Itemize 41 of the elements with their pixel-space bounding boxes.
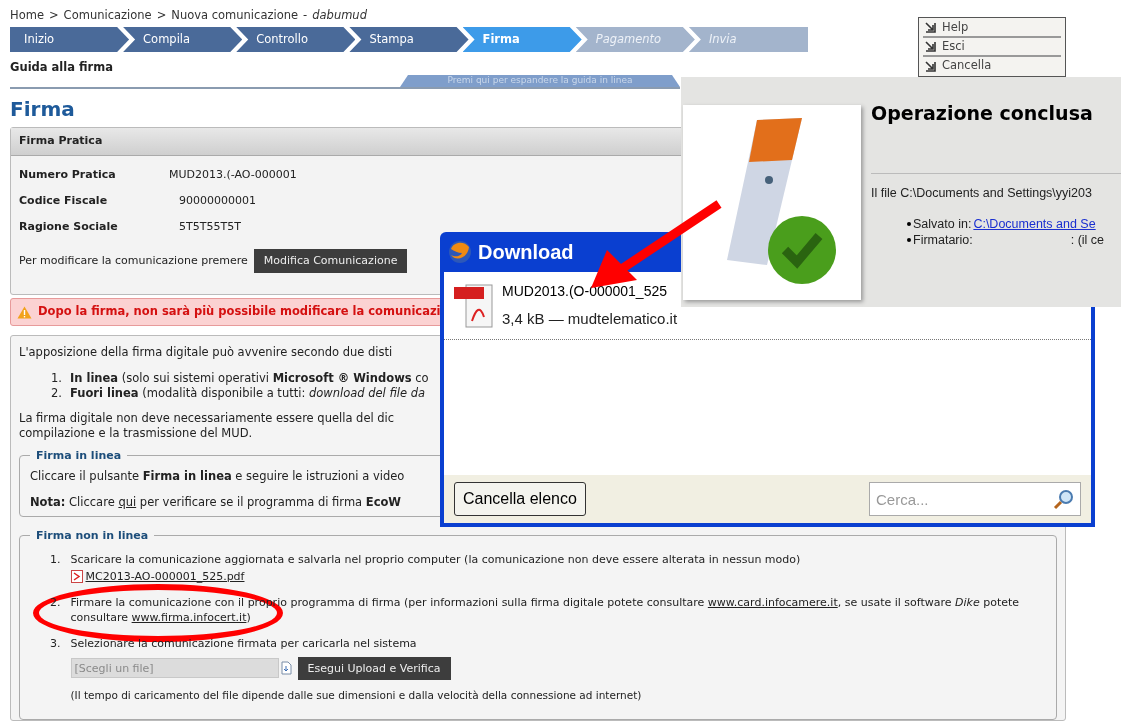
field-label: Codice Fiscale	[19, 193, 109, 210]
field-value: MUD2013.(-AO-000001	[169, 167, 297, 184]
list-number: 1.	[50, 551, 61, 568]
list-number: 2.	[51, 386, 62, 402]
list-text: In linea (solo sui sistemi operativi Microsoft ® Windows co	[70, 371, 429, 387]
field-value: 5T5T55T5T	[179, 219, 241, 236]
hint-text: (Il tempo di caricamento del file dipende dalle sue dimensioni e dalla velocità della connessione ad internet)	[70, 687, 642, 703]
file-meta: 3,4 kB — mudtelematico.it	[502, 308, 678, 329]
user-name: dabumud	[312, 6, 367, 24]
instruction-text: Cliccare il pulsante Firma in linea e seguire le istruzioni a video	[30, 468, 406, 486]
window-title: Download	[478, 240, 574, 265]
field-label: Ragione Sociale	[19, 219, 119, 236]
detail-value: : (il ce	[1070, 232, 1105, 249]
field-value: 90000000001	[179, 193, 256, 210]
section-title: Guida alla firma	[10, 59, 114, 76]
instruction-text: Per modificare la comunicazione premere	[19, 252, 248, 269]
detail-label: Salvato in:	[913, 216, 972, 233]
file-name: MUD2013.(O-000001_525	[502, 281, 668, 301]
detail-label: Firmatario:	[913, 232, 973, 249]
wizard-step: Compila	[123, 27, 243, 52]
list-number: 3.	[50, 635, 61, 652]
list-number: 1.	[51, 371, 62, 387]
paragraph-line: La firma digitale non deve necessariamente essere quella del dic	[19, 411, 396, 427]
message-text: Il file C:\Documents and Settings\yyi203	[871, 184, 1093, 202]
wizard-step: Pagamento	[575, 27, 695, 52]
page-title: Firma	[10, 97, 75, 121]
field-label: Numero Pratica	[19, 167, 117, 184]
wizard-step: Controllo	[236, 27, 356, 52]
wizard-step: Firma	[462, 27, 582, 52]
wizard-step: Stampa	[349, 27, 469, 52]
step-text: Scaricare la comunicazione aggiornata e salvarla nel proprio computer (la comunicazione non deve essere alterata in nessun modo)	[70, 551, 801, 567]
breadcrumb-separator: >	[48, 6, 59, 24]
list-text: Fuori linea (modalità disponibile a tutti: download del file da	[70, 386, 426, 402]
breadcrumb-separator: >	[156, 6, 167, 24]
paragraph-line: compilazione e la trasmissione del MUD.	[19, 426, 254, 442]
dialog-title: Operazione conclusa	[871, 101, 1094, 126]
wizard-step: Invia	[688, 27, 809, 52]
intro-text: L'apposizione della firma digitale può avvenire secondo due disti	[19, 344, 394, 361]
breadcrumb-separator: -	[303, 6, 308, 24]
warning-text: Dopo la firma, non sarà più possibile modificare la comunicazi	[38, 303, 441, 321]
wizard-step: Inizio	[10, 27, 130, 52]
